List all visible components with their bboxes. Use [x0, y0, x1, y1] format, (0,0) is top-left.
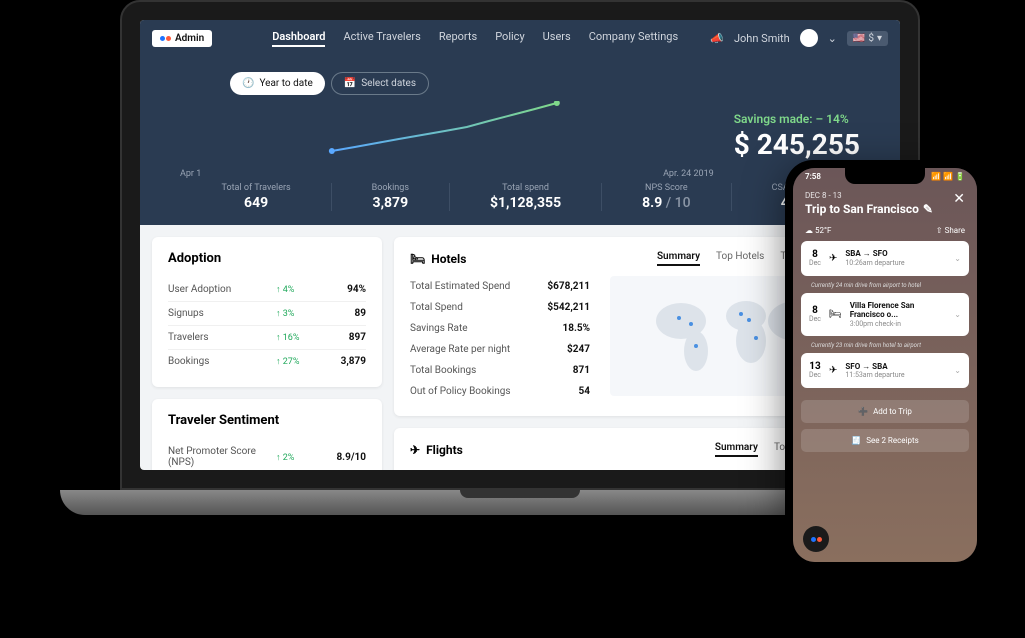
- nav-item-active-travelers[interactable]: Active Travelers: [343, 30, 420, 47]
- hotel-icon: 🛏: [410, 252, 425, 266]
- avatar[interactable]: [800, 29, 818, 47]
- panel-title: Hotels: [431, 252, 466, 266]
- admin-label: Admin: [175, 33, 204, 44]
- chart-end-label: Apr. 24 2019: [663, 169, 714, 179]
- phone-mockup: 7:58 📶 📶 🔋 DEC 8 - 13 Trip to San Franci…: [785, 160, 985, 570]
- hotel-stat: Total Bookings871: [410, 360, 590, 381]
- trip-item[interactable]: 8Dec✈SBA → SFO10:26am departure⌄: [801, 241, 969, 276]
- plane-icon: ✈: [410, 443, 420, 457]
- chevron-down-icon[interactable]: ⌄: [828, 32, 837, 45]
- adoption-card: Adoption User Adoption↑ 4%94%Signups↑ 3%…: [152, 237, 382, 387]
- logo-icon: [160, 36, 171, 41]
- tab-summary[interactable]: Summary: [657, 251, 700, 266]
- receipts-button[interactable]: 🧾 See 2 Receipts: [801, 429, 969, 452]
- chat-icon[interactable]: [803, 526, 829, 552]
- trip-title: Trip to San Francisco: [805, 202, 919, 216]
- tab-summary[interactable]: Summary: [715, 442, 758, 457]
- card-title: Adoption: [168, 251, 366, 266]
- hotel-stat: Average Rate per night$247: [410, 339, 590, 360]
- metric: Total spend$1,128,355: [490, 183, 561, 211]
- ytd-button[interactable]: 🕐 Year to date: [230, 72, 325, 95]
- nav-item-company-settings[interactable]: Company Settings: [589, 30, 678, 47]
- stat-row: Net Promoter Score (NPS)↑ 2%8.9/10: [168, 440, 366, 470]
- hotel-stat: Savings Rate18.5%: [410, 318, 590, 339]
- trip-date: DEC 8 - 13: [805, 191, 965, 200]
- savings-chart: Apr 1Apr. 24 2019: [180, 101, 714, 171]
- stat-row: Signups↑ 3%89: [168, 302, 366, 326]
- share-button[interactable]: ⇧ Share: [936, 226, 965, 235]
- metric: NPS Score8.9 / 10: [642, 183, 690, 211]
- announce-icon[interactable]: 📣: [710, 32, 724, 45]
- edit-icon[interactable]: ✎: [923, 202, 933, 216]
- select-dates-button[interactable]: 📅 Select dates: [331, 72, 429, 95]
- chart-start-label: Apr 1: [180, 169, 201, 179]
- top-nav: Admin Dashboard Active Travelers Reports Po…: [140, 20, 900, 56]
- hotel-stat: Total Spend$542,211: [410, 297, 590, 318]
- metric: Total of Travelers649: [222, 183, 291, 211]
- user-name[interactable]: John Smith: [734, 32, 790, 45]
- nav-item-policy[interactable]: Policy: [495, 30, 524, 47]
- trip-item[interactable]: 8Dec🛏Villa Florence San Francisco o...3:…: [801, 293, 969, 337]
- drive-note: Currently 23 min drive from hotel to air…: [801, 340, 969, 353]
- drive-note: Currently 24 min drive from airport to h…: [801, 280, 969, 293]
- metric: Bookings3,879: [372, 183, 409, 211]
- trip-item[interactable]: 13Dec✈SFO → SBA11:53am departure⌄: [801, 353, 969, 388]
- savings-label: Savings made: – 14%: [734, 112, 860, 126]
- close-icon[interactable]: ✕: [953, 191, 965, 207]
- nav-item-dashboard[interactable]: Dashboard: [272, 30, 325, 47]
- stat-row: User Adoption↑ 4%94%: [168, 278, 366, 302]
- sentiment-card: Traveler Sentiment Net Promoter Score (N…: [152, 399, 382, 470]
- card-title: Traveler Sentiment: [168, 413, 366, 428]
- status-icons: 📶 📶 🔋: [931, 172, 965, 181]
- currency-selector[interactable]: 🇺🇸 $ ▾: [847, 31, 888, 46]
- panel-title: Flights: [426, 443, 463, 457]
- hotel-stat: Total Estimated Spend$678,211: [410, 276, 590, 297]
- stat-row: Bookings↑ 27%3,879: [168, 350, 366, 373]
- tab-top-hotels[interactable]: Top Hotels: [716, 251, 764, 266]
- hotel-stat: Out of Policy Bookings54: [410, 381, 590, 402]
- nav-item-users[interactable]: Users: [543, 30, 571, 47]
- savings-amount: $ 245,255: [734, 128, 860, 161]
- stat-row: Travelers↑ 16%897: [168, 326, 366, 350]
- admin-badge: Admin: [152, 30, 212, 47]
- weather: ☁ 52°F: [805, 226, 831, 235]
- phone-time: 7:58: [805, 172, 821, 181]
- nav-item-reports[interactable]: Reports: [439, 30, 477, 47]
- add-trip-button[interactable]: ➕ Add to Trip: [801, 400, 969, 423]
